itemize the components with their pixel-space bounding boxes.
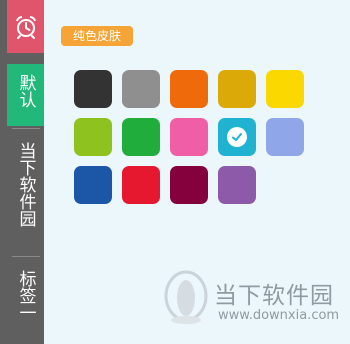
color-swatch[interactable]	[170, 70, 208, 108]
tab-label-one-label: 标签一	[15, 270, 36, 321]
color-swatch[interactable]	[122, 70, 160, 108]
color-swatch-grid	[74, 70, 304, 204]
tab-downxia-label: 当下软件园	[15, 142, 36, 227]
downxia-logo-icon	[164, 270, 208, 324]
color-swatch[interactable]	[74, 166, 112, 204]
checkmark-icon	[227, 127, 247, 147]
watermark: 当下软件园 www.downxia.com	[162, 268, 342, 338]
tab-label-one[interactable]: 标签一	[7, 258, 44, 344]
sidebar: 默认 当下软件园 标签一	[0, 0, 44, 344]
color-swatch[interactable]	[218, 70, 256, 108]
color-swatch[interactable]	[74, 70, 112, 108]
watermark-url: www.downxia.com	[218, 308, 340, 323]
color-swatch[interactable]	[266, 70, 304, 108]
alarm-button[interactable]	[7, 0, 44, 53]
solid-skin-category-tag[interactable]: 纯色皮肤	[61, 26, 133, 46]
tab-divider	[12, 256, 40, 257]
tab-divider	[12, 128, 40, 129]
color-swatch[interactable]	[170, 118, 208, 156]
tab-default-label: 默认	[15, 74, 36, 108]
color-swatch[interactable]	[122, 118, 160, 156]
color-swatch[interactable]	[218, 118, 256, 156]
tab-default[interactable]: 默认	[7, 64, 44, 126]
color-swatch[interactable]	[218, 166, 256, 204]
watermark-brand: 当下软件园	[214, 283, 334, 309]
color-swatch[interactable]	[170, 166, 208, 204]
tab-downxia[interactable]: 当下软件园	[7, 130, 44, 254]
alarm-clock-icon	[15, 15, 36, 39]
color-swatch[interactable]	[266, 118, 304, 156]
color-swatch[interactable]	[122, 166, 160, 204]
color-swatch[interactable]	[74, 118, 112, 156]
